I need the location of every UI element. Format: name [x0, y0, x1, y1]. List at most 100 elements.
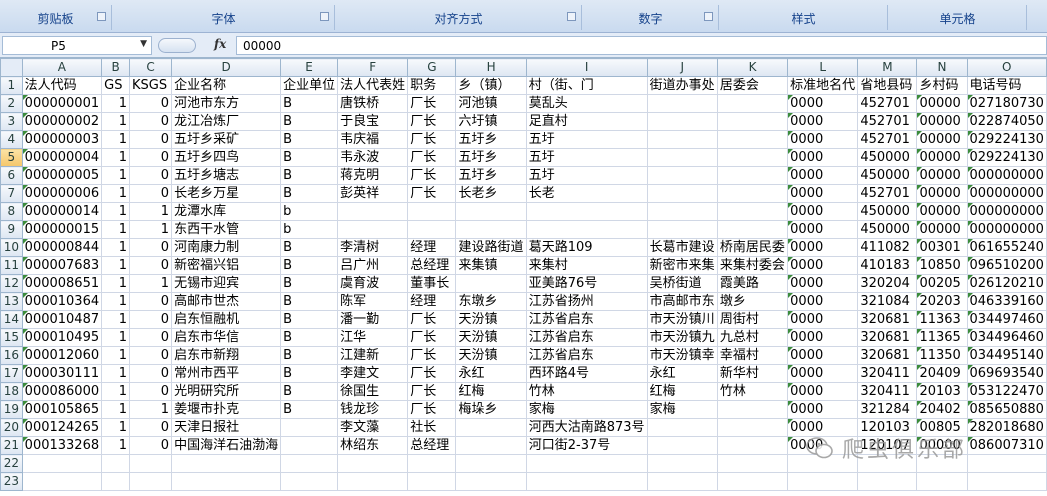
- cell-o19[interactable]: 085650880: [966, 400, 1047, 419]
- row-header[interactable]: 18: [0, 382, 23, 401]
- cell-d23[interactable]: [171, 472, 282, 491]
- cell-l3[interactable]: 0000: [787, 112, 859, 131]
- cell-i3[interactable]: 足直村: [525, 112, 648, 131]
- column-header-h[interactable]: H: [455, 58, 527, 77]
- cell-c23[interactable]: [128, 472, 173, 491]
- error-indicator-icon[interactable]: [23, 239, 28, 244]
- cell-m10[interactable]: 411082: [857, 238, 918, 257]
- cell-n7[interactable]: 00000: [916, 184, 968, 203]
- error-indicator-icon[interactable]: [917, 401, 923, 406]
- cell-b10[interactable]: 1: [101, 238, 130, 257]
- error-indicator-icon[interactable]: [967, 239, 973, 244]
- error-indicator-icon[interactable]: [967, 311, 973, 316]
- cell-m16[interactable]: 320681: [857, 346, 918, 365]
- error-indicator-icon[interactable]: [967, 185, 973, 190]
- error-indicator-icon[interactable]: [23, 293, 28, 298]
- cell-h9[interactable]: [455, 220, 527, 239]
- cell-e11[interactable]: B: [280, 256, 339, 275]
- row-header[interactable]: 5: [0, 148, 23, 167]
- cell-j21[interactable]: [646, 436, 718, 455]
- cell-l19[interactable]: 0000: [787, 400, 859, 419]
- row-header[interactable]: 1: [0, 76, 23, 95]
- cell-j6[interactable]: [646, 166, 718, 185]
- cell-a10[interactable]: 000000844: [21, 238, 103, 257]
- cell-o2[interactable]: 027180730: [966, 94, 1047, 113]
- cell-k7[interactable]: [716, 184, 789, 203]
- row-header[interactable]: 22: [0, 454, 23, 473]
- cell-d4[interactable]: 五圩乡采矿: [171, 130, 282, 149]
- cell-j5[interactable]: [646, 148, 718, 167]
- cell-k15[interactable]: 九总村: [716, 328, 789, 347]
- cell-m6[interactable]: 450000: [857, 166, 918, 185]
- cell-a19[interactable]: 000105865: [21, 400, 103, 419]
- cell-b11[interactable]: 1: [101, 256, 130, 275]
- cell-k16[interactable]: 幸福村: [716, 346, 789, 365]
- cell-e3[interactable]: B: [280, 112, 339, 131]
- cell-j12[interactable]: 吴桥街道: [646, 274, 718, 293]
- cell-g12[interactable]: 董事长: [407, 274, 457, 293]
- error-indicator-icon[interactable]: [917, 419, 923, 424]
- cell-n6[interactable]: 00000: [916, 166, 968, 185]
- cell-o21[interactable]: 086007310: [966, 436, 1047, 455]
- insert-function-icon[interactable]: fx: [214, 37, 226, 51]
- cell-f1[interactable]: 法人代表姓: [337, 76, 409, 95]
- cell-g4[interactable]: 厂长: [407, 130, 457, 149]
- error-indicator-icon[interactable]: [967, 275, 973, 280]
- cell-o23[interactable]: [966, 472, 1047, 491]
- error-indicator-icon[interactable]: [788, 311, 794, 316]
- cell-k8[interactable]: [716, 202, 789, 221]
- cell-f21[interactable]: 林绍东: [337, 436, 409, 455]
- error-indicator-icon[interactable]: [23, 257, 28, 262]
- cell-f23[interactable]: [337, 472, 409, 491]
- column-header-d[interactable]: D: [171, 58, 282, 77]
- error-indicator-icon[interactable]: [23, 419, 28, 424]
- cell-l6[interactable]: 0000: [787, 166, 859, 185]
- cell-f11[interactable]: 吕广州: [337, 256, 409, 275]
- row-header[interactable]: 17: [0, 364, 23, 383]
- cell-o15[interactable]: 034496460: [966, 328, 1047, 347]
- cell-i6[interactable]: 五圩: [525, 166, 648, 185]
- cell-f10[interactable]: 李清树: [337, 238, 409, 257]
- cell-a20[interactable]: 000124265: [21, 418, 103, 437]
- cell-f9[interactable]: [337, 220, 409, 239]
- row-header[interactable]: 7: [0, 184, 23, 203]
- cell-d20[interactable]: 天津日报社: [171, 418, 282, 437]
- cell-g23[interactable]: [407, 472, 457, 491]
- cell-b5[interactable]: 1: [101, 148, 130, 167]
- cell-n19[interactable]: 20402: [916, 400, 968, 419]
- dialog-launcher-icon[interactable]: [97, 12, 106, 21]
- cell-b4[interactable]: 1: [101, 130, 130, 149]
- cell-j7[interactable]: [646, 184, 718, 203]
- cell-a22[interactable]: [21, 454, 103, 473]
- column-header-g[interactable]: G: [407, 58, 457, 77]
- cell-g7[interactable]: 厂长: [407, 184, 457, 203]
- cell-a15[interactable]: 000010495: [21, 328, 103, 347]
- cell-g15[interactable]: 厂长: [407, 328, 457, 347]
- cell-g19[interactable]: 厂长: [407, 400, 457, 419]
- cell-o4[interactable]: 029224130: [966, 130, 1047, 149]
- cell-c12[interactable]: 1: [128, 274, 173, 293]
- cell-d5[interactable]: 五圩乡四鸟: [171, 148, 282, 167]
- cell-k12[interactable]: 霞美路: [716, 274, 789, 293]
- row-header[interactable]: 11: [0, 256, 23, 275]
- column-header-b[interactable]: B: [101, 58, 130, 77]
- error-indicator-icon[interactable]: [23, 275, 28, 280]
- cell-a12[interactable]: 000008651: [21, 274, 103, 293]
- cell-o7[interactable]: 000000000: [966, 184, 1047, 203]
- cell-a18[interactable]: 000086000: [21, 382, 103, 401]
- chevron-down-icon[interactable]: ▼: [140, 39, 147, 49]
- cell-l15[interactable]: 0000: [787, 328, 859, 347]
- cell-d6[interactable]: 五圩乡塘志: [171, 166, 282, 185]
- cell-j20[interactable]: [646, 418, 718, 437]
- cell-n13[interactable]: 20203: [916, 292, 968, 311]
- error-indicator-icon[interactable]: [23, 185, 28, 190]
- cell-h6[interactable]: 五圩乡: [455, 166, 527, 185]
- row-header[interactable]: 3: [0, 112, 23, 131]
- cell-a17[interactable]: 000030111: [21, 364, 103, 383]
- error-indicator-icon[interactable]: [917, 293, 923, 298]
- cell-d2[interactable]: 河池市东方: [171, 94, 282, 113]
- cell-c16[interactable]: 0: [128, 346, 173, 365]
- error-indicator-icon[interactable]: [23, 437, 28, 442]
- cell-b18[interactable]: 1: [101, 382, 130, 401]
- cell-b2[interactable]: 1: [101, 94, 130, 113]
